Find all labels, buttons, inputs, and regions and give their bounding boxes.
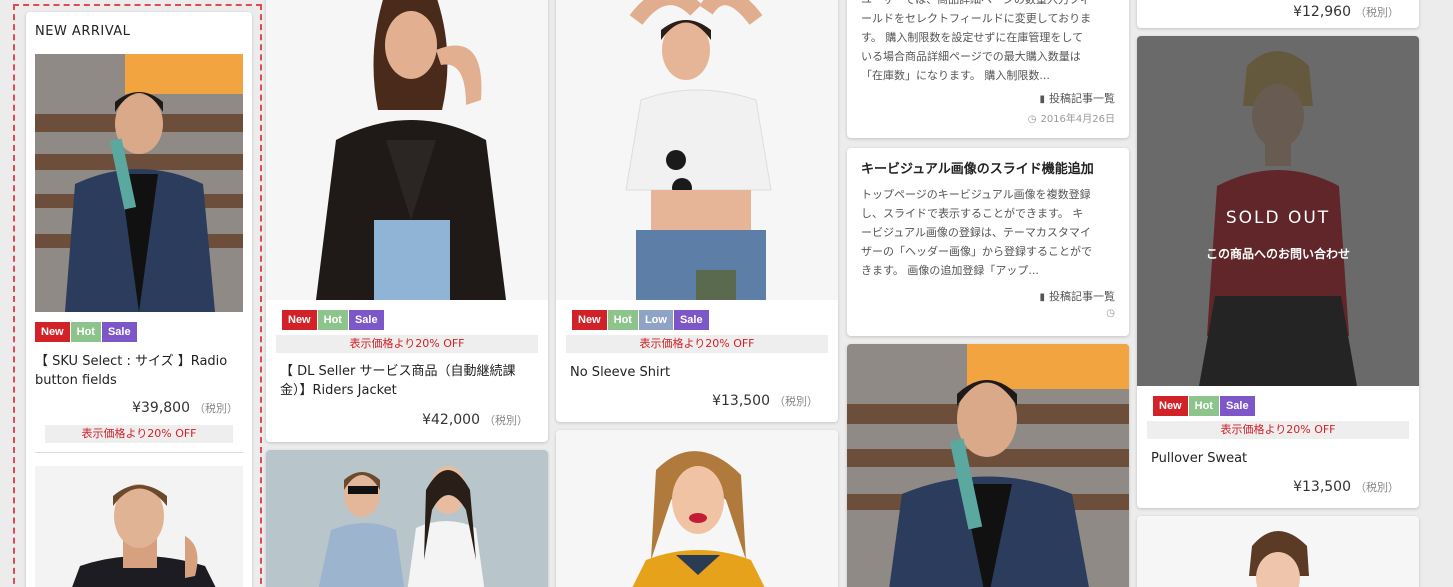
badge-hot: Hot (607, 310, 638, 330)
badges-no-sleeve-shirt: New Hot Low Sale (572, 310, 709, 330)
product-price: ¥42,000 （税別） (288, 412, 528, 428)
post-list-link[interactable]: ▮ 投稿記事一覧 (915, 90, 1115, 106)
document-icon: ▮ (1039, 94, 1045, 105)
product-image-woman-white-top[interactable] (556, 0, 838, 300)
product-card-two-women[interactable] (266, 450, 548, 587)
post-excerpt-line: す。 購入制限数を設定せずに在庫管理をして (861, 31, 1084, 44)
price-tax: （税別） (1355, 481, 1399, 494)
badge-hot: Hot (1188, 396, 1219, 416)
post-list-link-label: 投稿記事一覧 (1049, 92, 1115, 105)
product-image-woman-braid[interactable] (1137, 516, 1419, 587)
discount-label: 表示価格より20% OFF (1147, 421, 1409, 439)
sold-out-label: SOLD OUT (1225, 208, 1331, 228)
divider (35, 452, 243, 453)
price-value: ¥13,500 (1293, 479, 1351, 495)
product-card-riders-jacket[interactable]: New Hot Sale 表示価格より20% OFF 【 DL Seller サ… (266, 0, 548, 442)
product-price: ¥13,500 （税別） (1159, 479, 1399, 495)
post-excerpt-line: ービジュアル画像の登録は、テーマカスタマイ (861, 226, 1091, 239)
product-card-pullover-sweat[interactable]: SOLD OUT この商品へのお問い合わせ New Hot Sale 表示価格よ… (1137, 36, 1419, 508)
product-image-man-blazer[interactable] (35, 54, 243, 312)
price-tax: （税別） (1355, 6, 1399, 19)
badge-new: New (282, 310, 317, 330)
post-excerpt-line: し、スライドで表示することができます。 キ (861, 207, 1084, 220)
post-excerpt-line: いる場合商品詳細ページでの最大購入数量は (861, 50, 1081, 63)
post-card-2[interactable]: キービジュアル画像のスライド機能追加 トップページのキービジュアル画像を複数登録… (847, 148, 1129, 336)
product-name[interactable]: No Sleeve Shirt (570, 363, 828, 382)
price-tax: （税別） (484, 414, 528, 427)
badge-sale: Sale (348, 310, 384, 330)
clock-icon: ◷ (1106, 308, 1115, 319)
new-arrival-card: NEW ARRIVAL New Hot Sale 【 SKU Select : … (26, 12, 252, 587)
clock-icon: ◷ (1027, 114, 1037, 125)
post-title[interactable]: キービジュアル画像のスライド機能追加 (861, 158, 1121, 177)
product-card-no-sleeve-shirt[interactable]: New Hot Low Sale 表示価格より20% OFF No Sleeve… (556, 0, 838, 422)
product-card-man-blazer-large[interactable] (847, 344, 1129, 587)
product-name[interactable]: 【 SKU Select : サイズ 】Radio button fields (35, 352, 240, 390)
product-card-woman-yellow[interactable] (556, 430, 838, 587)
post-date-label: 2016年4月26日 (1040, 114, 1115, 125)
document-icon: ▮ (1039, 292, 1045, 303)
badge-hot: Hot (70, 322, 101, 342)
discount-label: 表示価格より20% OFF (45, 425, 233, 443)
product-price: ¥39,800 （税別） (38, 400, 238, 416)
product-name[interactable]: Pullover Sweat (1151, 449, 1409, 468)
product-image-woman-leather-jacket[interactable] (266, 0, 548, 300)
price-value: ¥39,800 (132, 400, 190, 416)
price-tax: （税別） (774, 395, 818, 408)
post-excerpt-line: ユーザーでは、商品詳細ページの数量入力フィ (861, 0, 1117, 9)
product-price: ¥12,960 （税別） (1159, 4, 1399, 20)
product-name[interactable]: 【 DL Seller サービス商品（自動継続課金）】Riders Jacket (280, 362, 538, 400)
badge-sale: Sale (1219, 396, 1255, 416)
post-card-1[interactable]: ユーザーでは、商品詳細ページの数量入力フィ ールドをセレクトフィールドに変更して… (847, 0, 1129, 138)
product-card-woman-braid[interactable] (1137, 516, 1419, 587)
price-tax: （税別） (194, 402, 238, 415)
post-excerpt-line: 「在庫数」になります。 購入制限数... (861, 69, 1050, 82)
price-value: ¥13,500 (712, 393, 770, 409)
post-excerpt-line: きます。 画像の追加登録「アップ... (861, 264, 1039, 277)
product-price: ¥13,500 （税別） (578, 393, 818, 409)
badge-new: New (572, 310, 607, 330)
post-excerpt-line: ザーの「ヘッダー画像」から登録することがで (861, 245, 1092, 258)
post-date: ◷ 2016年4月26日 (915, 110, 1115, 125)
discount-label: 表示価格より20% OFF (276, 335, 538, 353)
badges-pullover-sweat: New Hot Sale (1153, 396, 1255, 416)
product-card-top-right[interactable]: ¥12,960 （税別） (1137, 0, 1419, 28)
product-image-woman-yellow-sweater[interactable] (556, 430, 838, 587)
inquiry-link[interactable]: この商品へのお問い合わせ (1137, 245, 1419, 262)
new-arrival-heading: NEW ARRIVAL (35, 24, 131, 39)
badge-new: New (1153, 396, 1188, 416)
badge-low: Low (638, 310, 673, 330)
badge-sale: Sale (673, 310, 709, 330)
badge-sale: Sale (101, 322, 137, 342)
product-image-man-sweater[interactable] (35, 466, 243, 587)
badge-hot: Hot (317, 310, 348, 330)
post-excerpt: トップページのキービジュアル画像を複数登録 し、スライドで表示することができます… (861, 185, 1117, 280)
post-list-link[interactable]: ▮ 投稿記事一覧 (915, 288, 1115, 304)
badges-new-arrival: New Hot Sale (35, 322, 137, 342)
post-excerpt-line: ールドをセレクトフィールドに変更しておりま (861, 12, 1092, 25)
product-image-two-women[interactable] (266, 450, 548, 587)
badges-riders-jacket: New Hot Sale (282, 310, 384, 330)
discount-label: 表示価格より20% OFF (566, 335, 828, 353)
sold-out-overlay[interactable]: SOLD OUT この商品へのお問い合わせ (1137, 36, 1419, 386)
post-list-link-label: 投稿記事一覧 (1049, 290, 1115, 303)
post-date: ◷ (915, 308, 1115, 319)
post-excerpt: ユーザーでは、商品詳細ページの数量入力フィ ールドをセレクトフィールドに変更して… (861, 0, 1117, 85)
post-excerpt-line: トップページのキービジュアル画像を複数登録 (861, 188, 1091, 201)
badge-new: New (35, 322, 70, 342)
product-image-man-blazer-large[interactable] (847, 344, 1129, 587)
price-value: ¥42,000 (422, 412, 480, 428)
price-value: ¥12,960 (1293, 4, 1351, 20)
